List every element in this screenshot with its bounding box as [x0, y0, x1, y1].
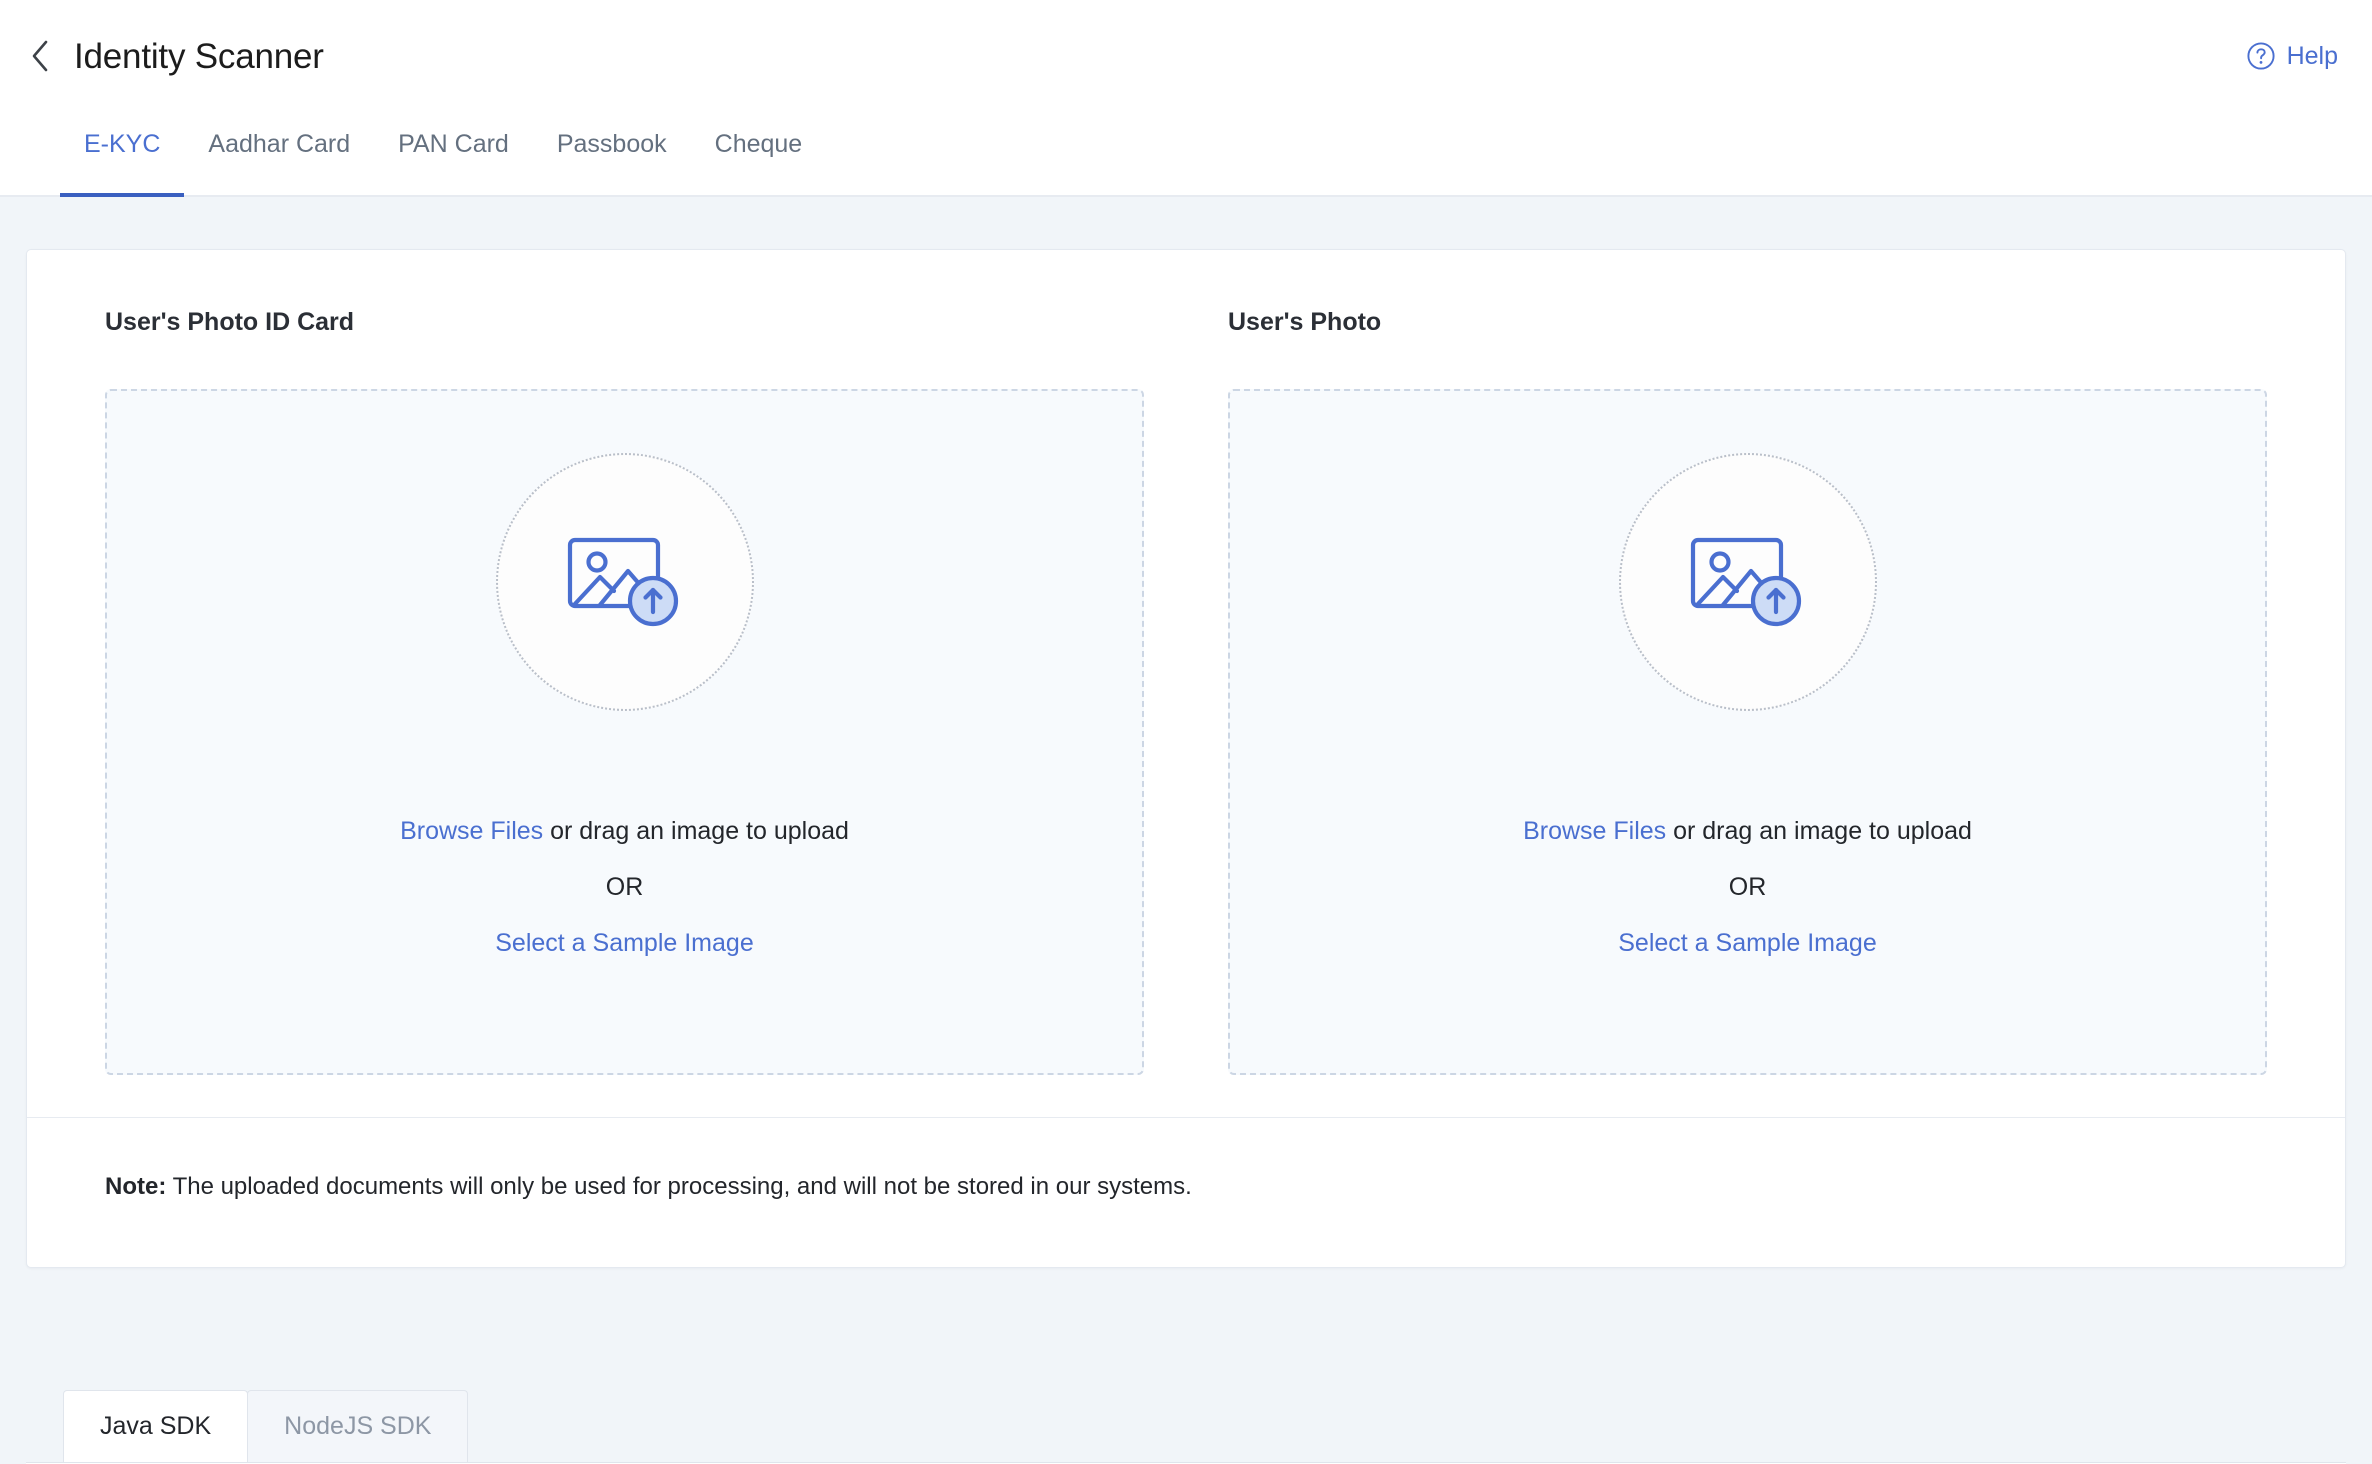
tab-label: Aadhar Card: [208, 130, 350, 159]
photo-id-card-icon-circle: [496, 453, 754, 711]
user-photo-or-label: OR: [1729, 873, 1767, 902]
tab-aadhar-card[interactable]: Aadhar Card: [184, 112, 374, 195]
upload-card: User's Photo ID Card: [26, 249, 2346, 1268]
tab-e-kyc[interactable]: E-KYC: [60, 112, 184, 195]
tab-cheque[interactable]: Cheque: [691, 112, 827, 195]
browse-files-link[interactable]: Browse Files: [400, 817, 543, 845]
help-label: Help: [2287, 42, 2338, 71]
page-content: User's Photo ID Card: [0, 197, 2372, 1464]
tab-passbook[interactable]: Passbook: [533, 112, 691, 195]
drag-hint-text: or drag an image to upload: [543, 817, 849, 845]
browse-files-link[interactable]: Browse Files: [1523, 817, 1666, 845]
photo-id-card-heading: User's Photo ID Card: [105, 308, 1144, 337]
user-photo-heading: User's Photo: [1228, 308, 2267, 337]
photo-id-card-dropzone[interactable]: Browse Files or drag an image to upload …: [105, 389, 1144, 1075]
page-title: Identity Scanner: [74, 39, 324, 74]
note-text: The uploaded documents will only be used…: [166, 1173, 1191, 1200]
sdk-tab-java[interactable]: Java SDK: [63, 1390, 248, 1462]
help-button[interactable]: Help: [2246, 41, 2338, 71]
user-photo-sample-link[interactable]: Select a Sample Image: [1618, 929, 1876, 958]
user-photo-browse-row: Browse Files or drag an image to upload: [1523, 817, 1972, 846]
sdk-area: Java SDK NodeJS SDK: [26, 1268, 2346, 1464]
sdk-tab-label: NodeJS SDK: [284, 1412, 431, 1441]
upload-panel-photo-id-card: User's Photo ID Card: [105, 308, 1144, 1075]
sdk-tab-label: Java SDK: [100, 1412, 211, 1441]
photo-id-card-sample-link[interactable]: Select a Sample Image: [495, 929, 753, 958]
note-label: Note:: [105, 1173, 166, 1200]
back-button[interactable]: [18, 34, 62, 78]
user-photo-icon-circle: [1619, 453, 1877, 711]
upload-card-body: User's Photo ID Card: [27, 250, 2345, 1117]
tab-label: E-KYC: [84, 130, 160, 159]
image-upload-icon: [1690, 530, 1806, 635]
top-bar: Identity Scanner Help: [0, 0, 2372, 112]
tab-label: Passbook: [557, 130, 667, 159]
identity-scanner-app: Identity Scanner Help E-KYC Aadhar Card …: [0, 0, 2372, 1464]
upload-panel-user-photo: User's Photo: [1228, 308, 2267, 1075]
chevron-left-icon: [28, 39, 52, 73]
note-row: Note: The uploaded documents will only b…: [27, 1118, 2345, 1267]
sdk-tab-nodejs[interactable]: NodeJS SDK: [247, 1390, 468, 1462]
question-circle-icon: [2246, 41, 2276, 71]
sdk-tabs: Java SDK NodeJS SDK: [26, 1390, 2346, 1462]
tab-label: PAN Card: [398, 130, 509, 159]
photo-id-card-browse-row: Browse Files or drag an image to upload: [400, 817, 849, 846]
document-type-tabs: E-KYC Aadhar Card PAN Card Passbook Cheq…: [0, 112, 2372, 197]
photo-id-card-or-label: OR: [606, 873, 644, 902]
user-photo-dropzone[interactable]: Browse Files or drag an image to upload …: [1228, 389, 2267, 1075]
tab-label: Cheque: [715, 130, 803, 159]
image-upload-icon: [567, 530, 683, 635]
tab-pan-card[interactable]: PAN Card: [374, 112, 533, 195]
upload-grid: User's Photo ID Card: [105, 308, 2267, 1075]
drag-hint-text: or drag an image to upload: [1666, 817, 1972, 845]
